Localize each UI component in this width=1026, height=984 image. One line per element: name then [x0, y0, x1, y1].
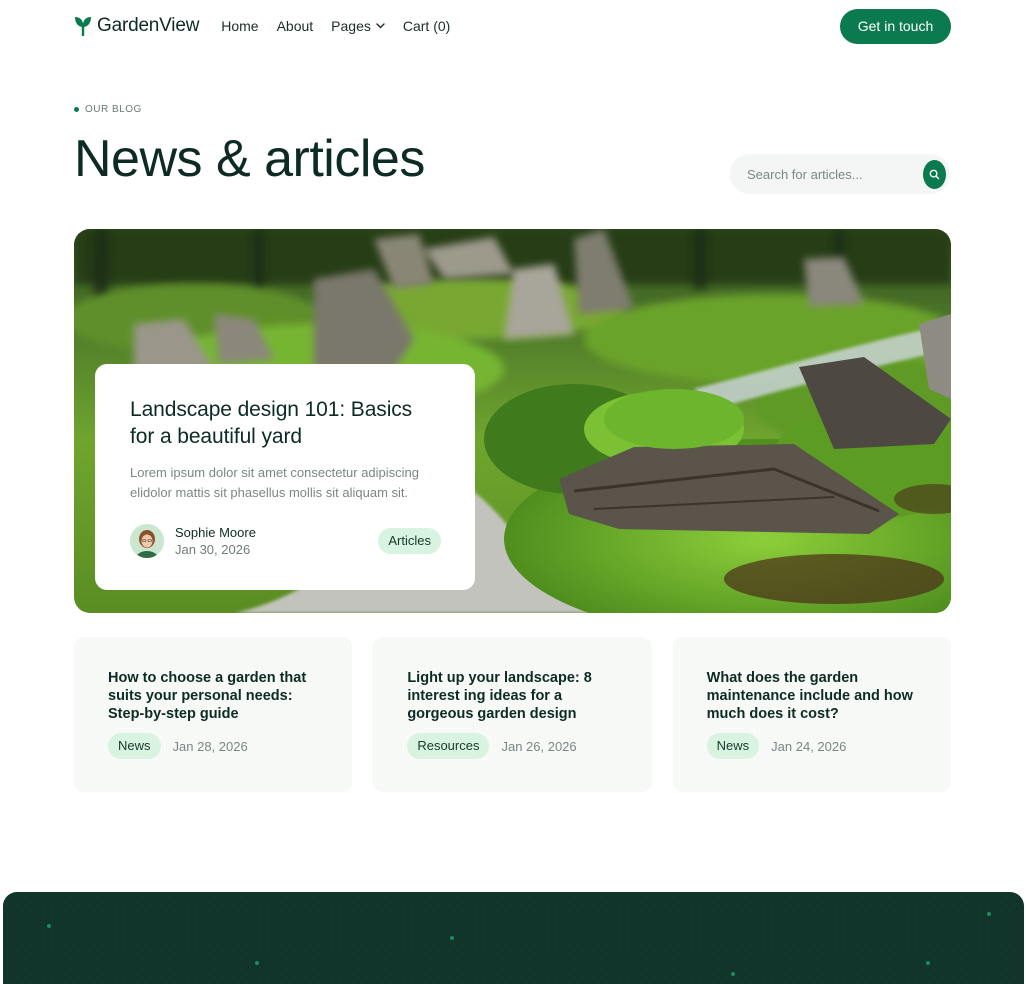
category-tag[interactable]: News — [706, 733, 760, 759]
article-card[interactable]: What does the garden maintenance include… — [672, 637, 951, 792]
featured-article[interactable]: Landscape design 101: Basics for a beaut… — [74, 229, 951, 613]
page-title: News & articles — [74, 130, 425, 188]
author-meta: Sophie Moore Jan 30, 2026 — [175, 525, 256, 557]
article-card[interactable]: Light up your landscape: 8 interest ing … — [373, 637, 652, 792]
leaf-logo-icon — [75, 17, 91, 36]
nav-link-home[interactable]: Home — [221, 18, 258, 34]
article-card-meta: News Jan 24, 2026 — [706, 733, 931, 759]
article-card-title[interactable]: Light up your landscape: 8 interest ing … — [407, 669, 631, 723]
article-card-meta: News Jan 28, 2026 — [108, 733, 332, 759]
decorative-dot — [47, 924, 51, 928]
top-nav: GardenView Home About Pages Cart (0) Get… — [74, 8, 951, 44]
article-date: Jan 28, 2026 — [172, 738, 248, 754]
decorative-dot — [987, 912, 991, 916]
nav-link-pages[interactable]: Pages — [331, 18, 385, 34]
decorative-dot — [926, 961, 930, 965]
search-box — [730, 154, 950, 194]
get-in-touch-button[interactable]: Get in touch — [840, 8, 951, 44]
article-date: Jan 26, 2026 — [501, 738, 577, 754]
category-tag[interactable]: News — [108, 733, 161, 759]
article-card-title[interactable]: What does the garden maintenance include… — [707, 669, 931, 723]
nav-link-pages-label: Pages — [331, 18, 371, 34]
article-card-title[interactable]: How to choose a garden that suits your p… — [108, 669, 332, 723]
section-eyebrow: OUR BLOG — [74, 104, 142, 115]
eyebrow-dot — [74, 107, 79, 112]
author-name: Sophie Moore — [175, 525, 256, 540]
decorative-dot — [731, 972, 735, 976]
footer-section — [3, 892, 1024, 984]
featured-article-excerpt: Lorem ipsum dolor sit amet consectetur a… — [130, 465, 420, 500]
article-card-meta: Resources Jan 26, 2026 — [407, 733, 631, 759]
article-date: Jan 24, 2026 — [771, 738, 847, 754]
category-tag[interactable]: Articles — [378, 528, 441, 554]
author-avatar — [130, 524, 164, 558]
search-icon — [929, 169, 940, 179]
article-card[interactable]: How to choose a garden that suits your p… — [74, 637, 353, 792]
brand-logo[interactable]: GardenView — [74, 15, 199, 37]
search-input[interactable] — [747, 166, 923, 182]
decorative-dot — [255, 961, 259, 965]
chevron-down-icon — [376, 23, 385, 29]
nav-link-about[interactable]: About — [277, 18, 314, 34]
brand-name: GardenView — [97, 15, 200, 36]
search-button[interactable] — [923, 159, 946, 189]
nav-link-cart[interactable]: Cart (0) — [403, 18, 450, 34]
featured-article-card[interactable]: Landscape design 101: Basics for a beaut… — [95, 364, 475, 590]
featured-article-meta: Sophie Moore Jan 30, 2026 Articles — [130, 524, 441, 558]
author-portrait-image — [130, 524, 164, 558]
article-date: Jan 30, 2026 — [175, 542, 251, 557]
eyebrow-label: OUR BLOG — [85, 104, 142, 115]
decorative-dot — [450, 936, 454, 940]
article-list: How to choose a garden that suits your p… — [74, 637, 951, 792]
featured-article-title[interactable]: Landscape design 101: Basics for a beaut… — [130, 396, 441, 450]
nav-links: Home About Pages Cart (0) — [221, 18, 450, 34]
category-tag[interactable]: Resources — [407, 733, 490, 759]
